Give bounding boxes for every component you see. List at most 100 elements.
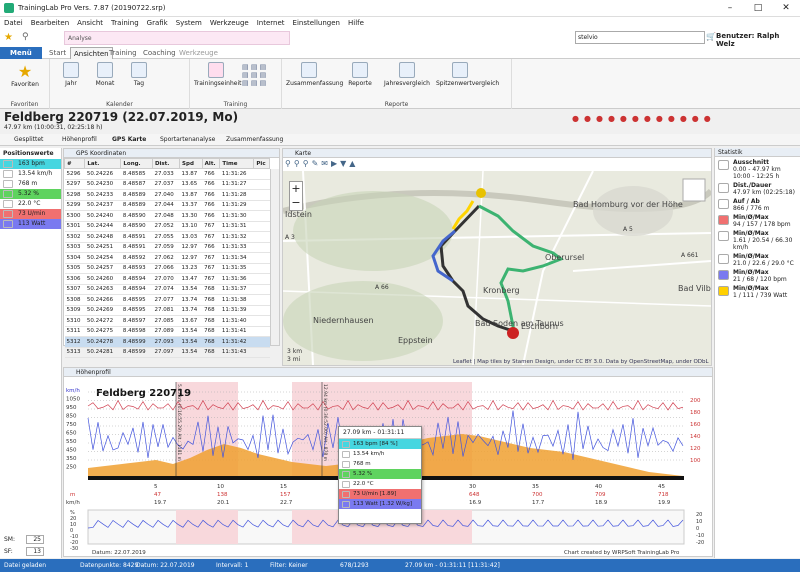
layers-button[interactable] [682,178,706,202]
grid-column-header[interactable]: Time [219,158,255,169]
map-toolbar[interactable]: ⚲⚲⚲✎✉▶▼▲ [285,159,435,170]
start-marker[interactable] [476,188,486,198]
map-view[interactable]: Bad Homburg vor der Höhe Bad Vilbel Nied… [283,171,711,365]
road-a3: A 3 [285,234,295,241]
grid-column-header[interactable]: Alt. [201,158,221,169]
training-small-icons[interactable]: ▤ ▤ ▤ ▤ ▤ ▤ ▤ ▤ ▤ [242,63,278,93]
tooltip-row: 5.32 % [339,469,421,479]
menu-system[interactable]: System [176,19,202,27]
search-icon[interactable]: ⚲ [22,32,29,42]
table-row[interactable]: 5300 50.24240 8.48590 27.048 13.30 766 11:31:3… [64,210,270,222]
table-row[interactable]: 5297 50.24230 8.48587 27.037 13.65 766 11:31:2… [64,179,270,190]
stat-icon [718,215,729,225]
stat-icon [718,199,729,209]
grid-column-header[interactable]: Long. [120,158,153,169]
tab-menu[interactable]: Menü [0,47,42,59]
table-row[interactable]: 5298 50.24233 8.48589 27.040 13.87 766 11:31:2… [64,189,270,201]
tab-sportartenanalyse[interactable]: Sportartenanalyse [160,135,215,145]
favoriten-button[interactable]: ★ Favoriten [6,62,44,88]
star-icon[interactable]: ★ [4,32,13,43]
place-niedernhausen: Niedernhausen [313,316,374,325]
menu-ansicht[interactable]: Ansicht [77,19,103,27]
table-cell: 766 [202,168,220,180]
table-row[interactable]: 5304 50.24254 8.48592 27.062 12.97 767 11:31:3… [64,252,270,264]
lower-y2-label: 20 [696,512,702,518]
table-cell [253,326,270,337]
x-tick-label: 10 [217,484,224,490]
menu-einstellungen[interactable]: Einstellungen [293,19,340,27]
minimize-button[interactable]: – [716,0,744,17]
y-tick-label: 850 [66,414,77,420]
table-cell: 5296 [64,168,85,180]
elev-label: 157 [280,492,291,498]
table-row[interactable]: 5311 50.24275 8.48598 27.089 13.54 768 11:31:4… [64,326,270,337]
zoom-controls[interactable]: + − [289,181,303,211]
grid-column-header[interactable]: Spd [179,158,203,169]
map-panel: Karte ⚲⚲⚲✎✉▶▼▲ Bad Homburg vor der Höhe … [282,148,712,366]
spitzenwertvergleich-button[interactable]: Spitzenwertvergleich [436,62,499,87]
table-row[interactable]: 5308 50.24266 8.48595 27.077 13.74 768 11:31:3… [64,294,270,306]
grid-column-header[interactable]: Dist. [151,158,181,169]
table-row[interactable]: 5305 50.24257 8.48593 27.066 13.23 767 11:31:3… [64,263,270,274]
table-cell: 13.30 [179,210,203,222]
sport-toolbar[interactable]: ●●●●●●●●●●●● [572,114,798,126]
close-button[interactable]: ✕ [772,0,800,17]
tag-button[interactable]: Tag [124,62,154,87]
table-row[interactable]: 5302 50.24248 8.48591 27.055 13.03 767 11:31:3… [64,231,270,243]
stat-icon [718,254,729,264]
table-row[interactable]: 5310 50.24272 8.48597 27.085 13.67 768 11:31:4… [64,315,270,327]
view-tabs: Gesplittet Höhenprofil GPS Karte Sportar… [0,134,800,146]
tab-gesplittet[interactable]: Gesplittet [14,135,43,145]
user-select[interactable]: stelvio [575,31,705,44]
jahr-button[interactable]: Jahr [56,62,86,87]
menu-hilfe[interactable]: Hilfe [348,19,364,27]
tooltip-swatch [342,451,350,458]
table-row[interactable]: 5303 50.24251 8.48591 27.059 12.97 766 11:31:3… [64,242,270,253]
sf-label: SF: [4,548,13,555]
menu-bearbeiten[interactable]: Bearbeiten [31,19,69,27]
tab-start[interactable]: Start [46,47,69,59]
table-row[interactable]: 5307 50.24263 8.48594 27.074 13.54 768 11:31:3… [64,284,270,295]
monat-button[interactable]: Monat [90,62,120,87]
tab-training[interactable]: Training [106,47,140,59]
table-cell [253,284,270,295]
highlight-band [176,510,238,544]
table-cell: 27.093 [152,336,180,348]
table-cell: 11:31:34 [219,252,254,264]
cart-icon[interactable]: 🛒 [706,32,716,41]
tab-hoehenprofil[interactable]: Höhenprofil [62,135,97,145]
menu-werkzeuge[interactable]: Werkzeuge [210,19,249,27]
table-row[interactable]: 5313 50.24281 8.48599 27.097 13.54 768 11:31:4… [64,347,270,358]
table-cell: 50.24237 [84,200,121,211]
sm-spinner[interactable]: 25 [26,535,44,544]
table-row[interactable]: 5301 50.24244 8.48590 27.052 13.10 767 11:31:3… [64,221,270,232]
menu-training[interactable]: Training [111,19,139,27]
grid-column-header[interactable]: Pic [253,158,270,169]
grid-column-header[interactable]: # [63,158,86,169]
table-row[interactable]: 5299 50.24237 8.48589 27.044 13.37 766 11:31:2… [64,200,270,211]
sf-spinner[interactable]: 13 [26,547,44,556]
menu-grafik[interactable]: Grafik [147,19,168,27]
trainingseinheit-button[interactable]: Trainingseinheit [194,62,241,87]
table-cell: 767 [202,263,220,274]
zusammenfassung-button[interactable]: Zusammenfassung [286,62,343,87]
y-tick-label: 350 [66,456,77,462]
grid-column-header[interactable]: Lat. [84,158,122,169]
reporte-button[interactable]: Reporte [340,62,380,87]
analyse-field[interactable]: Analyse [64,31,290,45]
grid-scrollbar[interactable] [270,169,279,345]
table-row[interactable]: 5306 50.24260 8.48594 27.070 13.47 767 11:31:3… [64,273,270,285]
tab-gps-karte[interactable]: GPS Karte [112,135,146,145]
end-marker[interactable] [507,327,519,339]
jahresvergleich-button[interactable]: Jahresvergleich [384,62,430,87]
menu-datei[interactable]: Datei [4,19,23,27]
table-row[interactable]: 5312 50.24278 8.48599 27.093 13.54 768 11:31:4… [64,336,270,348]
tab-zusammenfassung[interactable]: Zusammenfassung [226,135,283,145]
tab-coaching[interactable]: Coaching [140,47,179,59]
menu-internet[interactable]: Internet [257,19,285,27]
table-row[interactable]: 5309 50.24269 8.48595 27.081 13.74 768 11:31:3… [64,305,270,316]
table-row[interactable]: 5296 50.24226 8.48585 27.033 13.87 766 11:31:2… [64,168,270,180]
tab-werkzeuge[interactable]: Werkzeuge [176,47,221,59]
gps-table[interactable]: # Lat. Long. Dist. Spd Alt. Time Pic 5296 50.242… [63,158,270,358]
maximize-button[interactable]: □ [744,0,772,17]
